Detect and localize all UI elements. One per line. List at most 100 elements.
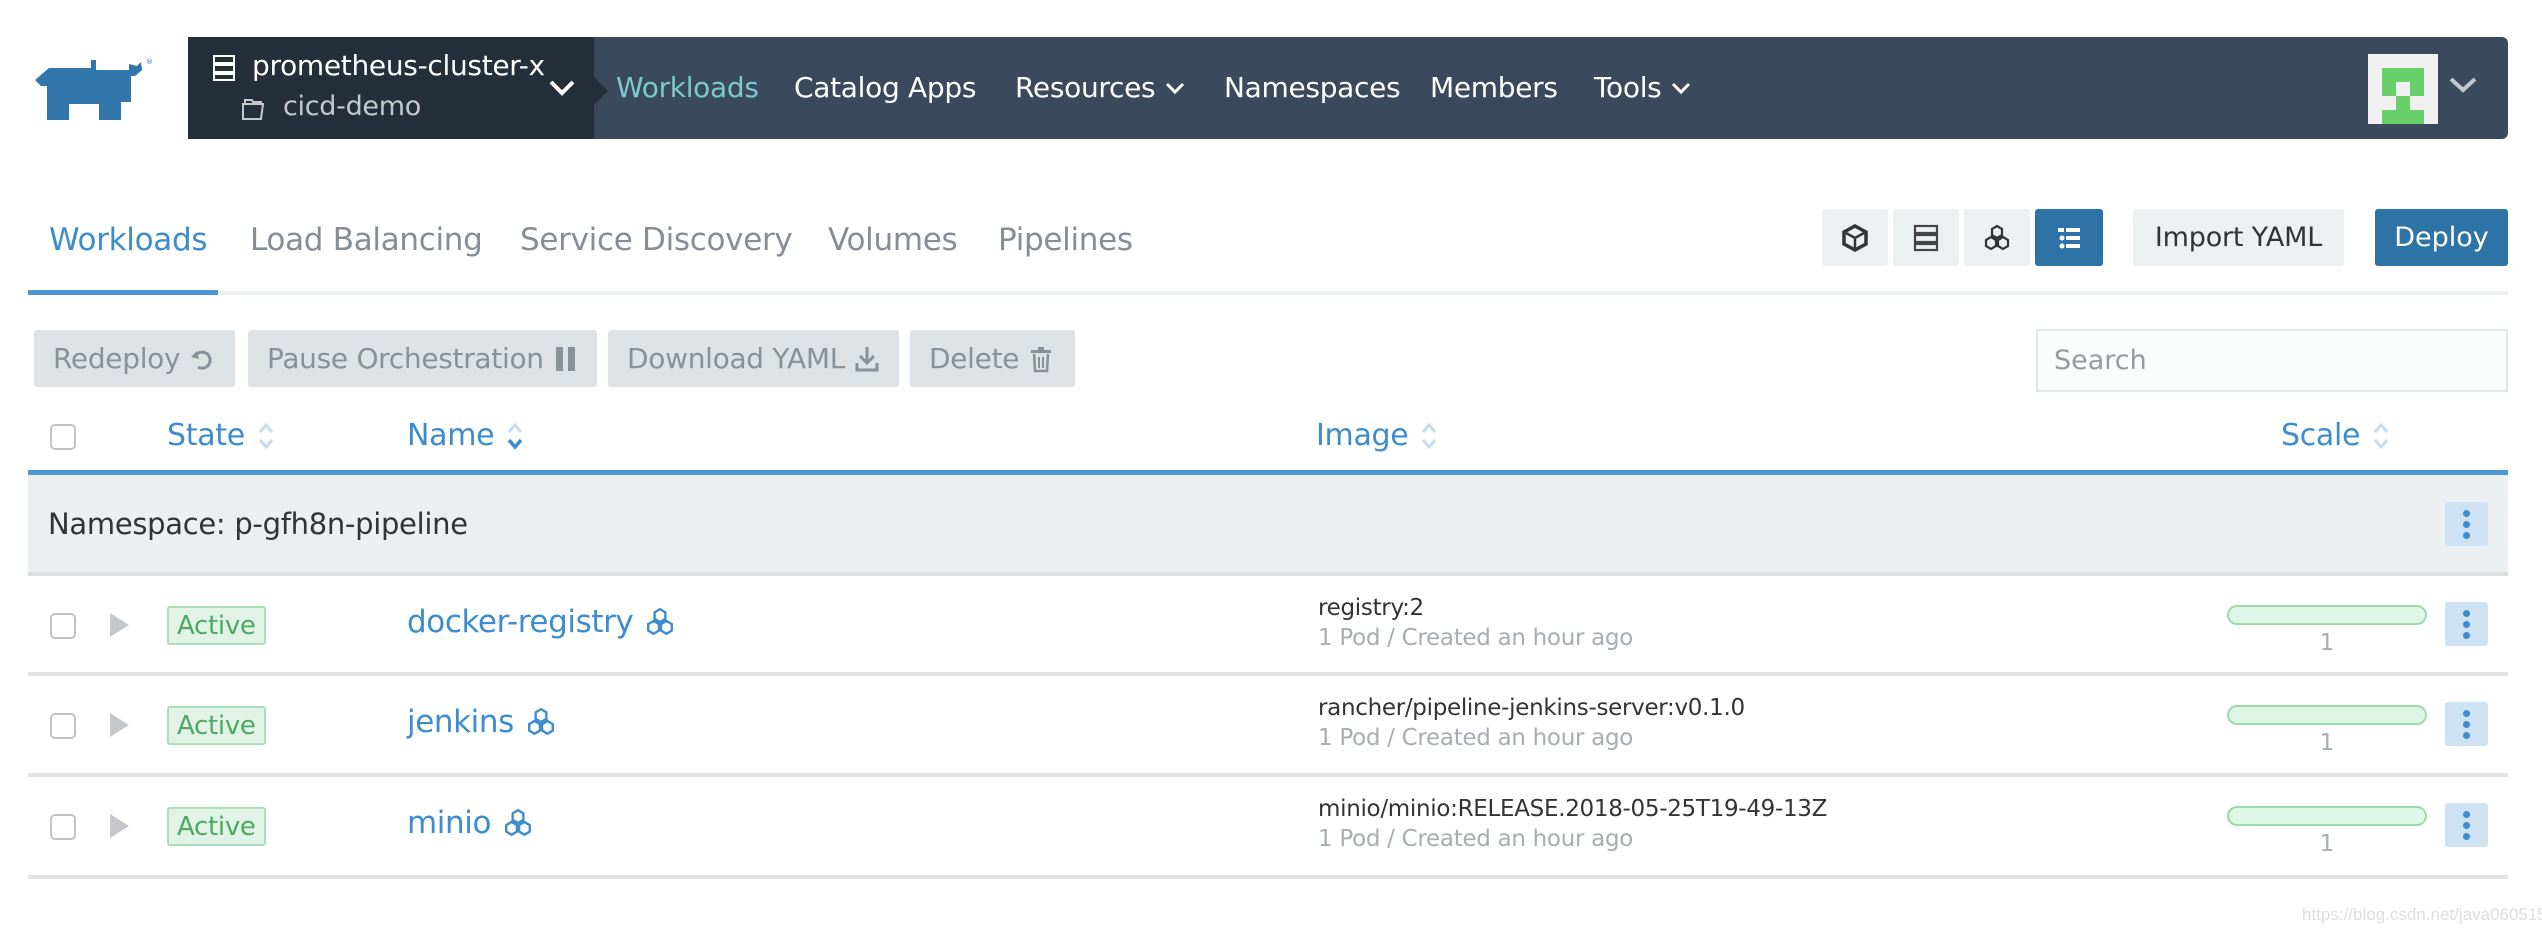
- workload-details: 1 Pod / Created an hour ago: [1318, 826, 1634, 852]
- tab-volumes[interactable]: Volumes: [828, 222, 958, 258]
- row-actions-button[interactable]: [2445, 602, 2488, 646]
- cube-icon: [1842, 223, 1868, 252]
- nav-members-label: Members: [1430, 71, 1558, 104]
- sort-icon: [2374, 422, 2389, 449]
- deployment-cubes-icon: [647, 607, 674, 636]
- column-state[interactable]: State: [167, 418, 275, 453]
- tab-divider: [28, 291, 2508, 295]
- status-badge: Active: [167, 606, 266, 645]
- view-workloads-button[interactable]: [1964, 209, 2030, 266]
- server-icon: [1913, 224, 1939, 251]
- column-name[interactable]: Name: [407, 418, 524, 453]
- cluster-name[interactable]: prometheus-cluster-x: [252, 49, 545, 82]
- row-divider: [28, 875, 2508, 879]
- scale-bar: [2227, 605, 2427, 625]
- workload-name-link[interactable]: minio: [407, 805, 533, 841]
- redeploy-button[interactable]: Redeploy: [34, 330, 235, 387]
- download-yaml-label: Download YAML: [627, 342, 846, 375]
- pause-orchestration-button[interactable]: Pause Orchestration: [248, 330, 597, 387]
- cluster-switcher-pointer: [594, 77, 608, 105]
- column-image[interactable]: Image: [1316, 418, 1438, 453]
- search-input[interactable]: [2036, 329, 2508, 392]
- column-scale[interactable]: Scale: [2281, 418, 2390, 453]
- row-checkbox[interactable]: [50, 814, 76, 840]
- workload-name-link[interactable]: docker-registry: [407, 604, 675, 640]
- watermark: https://blog.csdn.net/java060515: [2302, 905, 2542, 924]
- nav-members[interactable]: Members: [1430, 71, 1558, 104]
- nav-tools[interactable]: Tools: [1594, 71, 1691, 104]
- workload-details: 1 Pod / Created an hour ago: [1318, 725, 1634, 751]
- workload-name: jenkins: [407, 704, 514, 740]
- column-image-label: Image: [1316, 418, 1409, 453]
- folder-icon: [242, 99, 265, 120]
- tab-service-discovery[interactable]: Service Discovery: [520, 222, 793, 258]
- namespace-actions-button[interactable]: [2445, 502, 2488, 546]
- svg-text:®: ®: [146, 58, 153, 66]
- deployment-cubes-icon: [527, 707, 554, 736]
- tab-pipelines[interactable]: Pipelines: [998, 222, 1133, 258]
- column-state-label: State: [167, 418, 245, 453]
- user-avatar[interactable]: [2368, 54, 2438, 124]
- sort-icon: [1422, 422, 1437, 449]
- cubes-icon: [1984, 224, 2010, 250]
- pause-icon: [555, 346, 575, 371]
- chevron-down-icon: [1166, 82, 1185, 94]
- expand-row-icon[interactable]: [110, 613, 129, 637]
- view-nodes-button[interactable]: [1893, 209, 1959, 266]
- column-name-label: Name: [407, 418, 495, 453]
- tab-workloads[interactable]: Workloads: [49, 222, 208, 258]
- row-actions-button[interactable]: [2445, 803, 2488, 847]
- row-divider: [28, 773, 2508, 777]
- download-yaml-button[interactable]: Download YAML: [608, 330, 899, 387]
- scale-value: 1: [2319, 831, 2335, 857]
- trash-icon: [1031, 346, 1052, 372]
- workload-details: 1 Pod / Created an hour ago: [1318, 625, 1634, 651]
- status-badge: Active: [167, 706, 266, 745]
- sort-icon: [258, 422, 274, 449]
- nav-resources-label: Resources: [1015, 71, 1156, 104]
- user-menu-chevron-icon[interactable]: [2449, 77, 2477, 93]
- tab-load-balancing[interactable]: Load Balancing: [250, 222, 483, 258]
- scale-value: 1: [2319, 630, 2335, 656]
- scale-bar: [2227, 705, 2427, 725]
- chevron-down-icon: [1672, 82, 1691, 94]
- chevron-down-icon[interactable]: [549, 80, 575, 96]
- row-checkbox[interactable]: [50, 613, 76, 639]
- nav-catalog-apps-label: Catalog Apps: [794, 71, 977, 104]
- row-checkbox[interactable]: [50, 713, 76, 739]
- nav-workloads[interactable]: Workloads: [616, 71, 759, 104]
- namespace-group-label: Namespace: p-gfh8n-pipeline: [48, 507, 468, 541]
- import-yaml-button[interactable]: Import YAML: [2133, 209, 2344, 266]
- nav-resources[interactable]: Resources: [1015, 71, 1185, 104]
- nav-catalog-apps[interactable]: Catalog Apps: [794, 71, 976, 104]
- nav-tools-label: Tools: [1594, 71, 1662, 104]
- column-scale-label: Scale: [2281, 418, 2361, 453]
- server-icon: [213, 55, 235, 81]
- status-badge: Active: [167, 807, 266, 846]
- select-all-checkbox[interactable]: [50, 424, 76, 450]
- pause-orchestration-label: Pause Orchestration: [267, 342, 544, 375]
- nav-namespaces-label: Namespaces: [1224, 71, 1401, 104]
- deploy-button[interactable]: Deploy: [2375, 209, 2508, 266]
- scale-value: 1: [2319, 730, 2335, 756]
- row-divider: [28, 672, 2508, 676]
- expand-row-icon[interactable]: [110, 814, 129, 838]
- rancher-logo[interactable]: ®: [29, 56, 164, 122]
- workload-image: minio/minio:RELEASE.2018-05-25T19-49-13Z: [1318, 796, 1828, 822]
- nav-namespaces[interactable]: Namespaces: [1224, 71, 1401, 104]
- workload-image: rancher/pipeline-jenkins-server:v0.1.0: [1318, 695, 1745, 721]
- redeploy-label: Redeploy: [53, 342, 181, 375]
- delete-button[interactable]: Delete: [910, 330, 1075, 387]
- row-actions-button[interactable]: [2445, 702, 2488, 746]
- scale-bar: [2227, 806, 2427, 826]
- sort-descending-icon: [507, 422, 523, 450]
- view-pods-button[interactable]: [1822, 209, 1888, 266]
- project-name[interactable]: cicd-demo: [283, 91, 421, 122]
- workload-name: docker-registry: [407, 604, 634, 640]
- list-icon: [2058, 227, 2080, 248]
- workload-name: minio: [407, 805, 492, 841]
- workload-name-link[interactable]: jenkins: [407, 704, 556, 740]
- download-icon: [855, 346, 879, 371]
- view-list-button[interactable]: [2035, 209, 2103, 266]
- expand-row-icon[interactable]: [110, 713, 129, 737]
